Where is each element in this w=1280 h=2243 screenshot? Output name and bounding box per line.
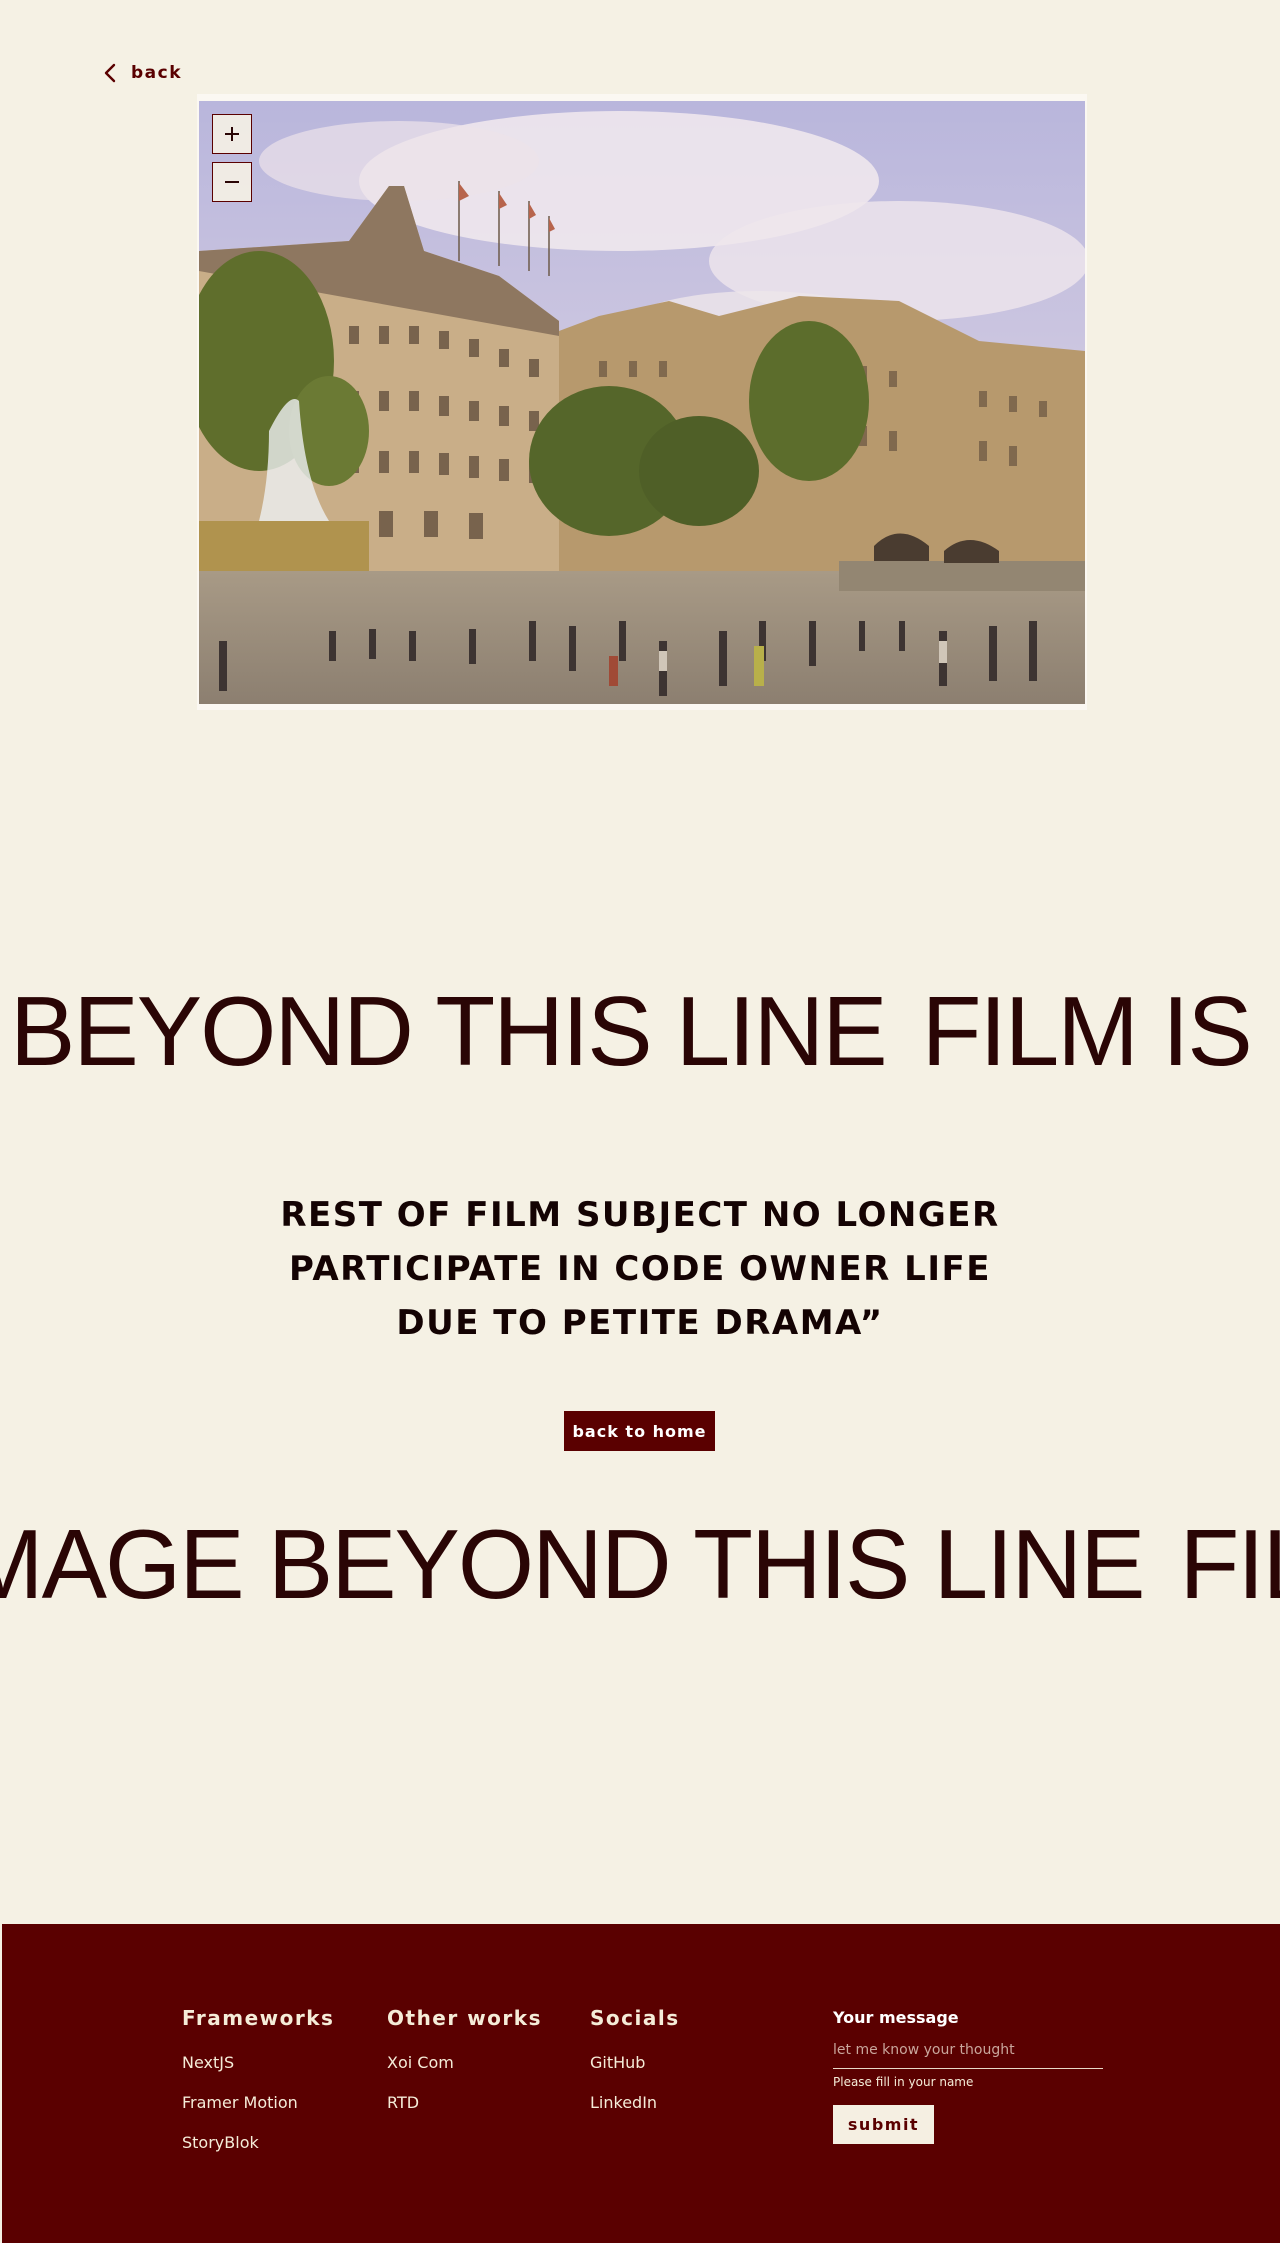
submit-button[interactable]: submit xyxy=(833,2105,934,2144)
chevron-left-icon xyxy=(104,63,116,83)
footer-link-rtd[interactable]: RTD xyxy=(387,2092,542,2132)
quote-line: REST OF FILM SUBJECT NO LONGER xyxy=(280,1195,1000,1235)
minus-icon xyxy=(225,181,239,183)
marquee-segment: FILM IS xyxy=(1179,1509,1280,1619)
message-label: Your message xyxy=(833,2008,959,2027)
marquee-segment: MAGE BEYOND THIS LINE xyxy=(0,1509,1145,1619)
marquee-banner-bottom: MAGE BEYOND THIS LINE FILM IS xyxy=(0,1509,1280,1619)
photo-frame xyxy=(197,94,1087,710)
back-link[interactable]: back xyxy=(103,62,182,84)
quote-line: DUE TO PETITE DRAMA” xyxy=(396,1303,884,1343)
quote-line: PARTICIPATE IN CODE OWNER LIFE xyxy=(289,1249,991,1289)
footer-link-github[interactable]: GitHub xyxy=(590,2052,680,2092)
footer-column-socials: Socials GitHub LinkedIn xyxy=(590,2006,680,2132)
footer-column-frameworks: Frameworks NextJS Framer Motion StoryBlo… xyxy=(182,2006,334,2172)
footer-link-framer-motion[interactable]: Framer Motion xyxy=(182,2092,334,2132)
message-hint: Please fill in your name xyxy=(833,2075,974,2089)
message-form: Your message Please fill in your name su… xyxy=(833,2008,1103,2144)
back-label: back xyxy=(131,63,183,83)
footer-column-title: Socials xyxy=(590,2006,680,2030)
zoom-in-button[interactable] xyxy=(212,114,252,154)
footer-link-storyblok[interactable]: StoryBlok xyxy=(182,2132,334,2172)
message-input[interactable] xyxy=(833,2040,1103,2069)
footer-link-nextjs[interactable]: NextJS xyxy=(182,2052,334,2092)
zoom-out-button[interactable] xyxy=(212,162,252,202)
back-to-home-button[interactable]: back to home xyxy=(564,1411,715,1451)
plus-icon xyxy=(225,127,239,141)
footer-link-linkedin[interactable]: LinkedIn xyxy=(590,2092,680,2132)
quote-text: REST OF FILM SUBJECT NO LONGER PARTICIPA… xyxy=(0,1188,1280,1350)
marquee-segment: BEYOND THIS LINE xyxy=(10,976,888,1086)
marquee-banner-top: BEYOND THIS LINE FILM IS NOT xyxy=(0,976,1280,1086)
footer-link-xoi-com[interactable]: Xoi Com xyxy=(387,2052,542,2092)
footer-column-title: Frameworks xyxy=(182,2006,335,2030)
city-square-photo xyxy=(199,101,1085,704)
footer-column-title: Other works xyxy=(387,2006,542,2030)
marquee-segment: FILM IS NOT xyxy=(921,976,1280,1086)
photo[interactable] xyxy=(199,101,1085,704)
footer-column-other-works: Other works Xoi Com RTD xyxy=(387,2006,542,2132)
footer: Frameworks NextJS Framer Motion StoryBlo… xyxy=(2,1924,1280,2243)
